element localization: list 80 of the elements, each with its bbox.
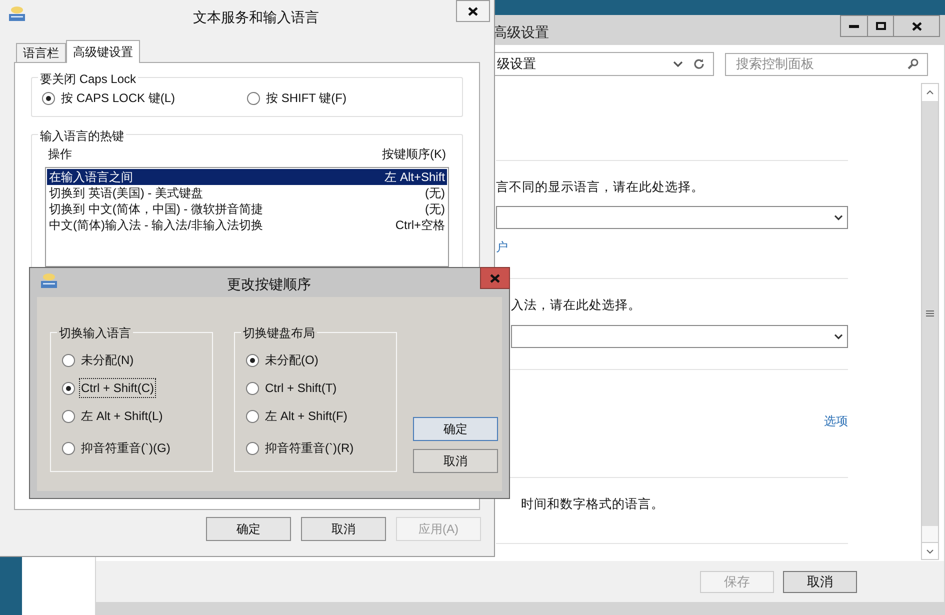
action-text: 在输入语言之间: [49, 169, 133, 185]
radio-label: 按 CAPS LOCK 键(L): [60, 90, 176, 107]
radio-label: 未分配(O): [264, 352, 320, 369]
radio-button[interactable]: [247, 92, 260, 104]
close-icon: [490, 274, 500, 282]
key-sequence-text: (无): [425, 185, 445, 201]
cancel-button[interactable]: 取消: [783, 570, 857, 592]
action-text: 切换到 英语(美国) - 美式键盘: [49, 185, 203, 201]
scroll-up-button[interactable]: [922, 84, 938, 101]
radio-label: Ctrl + Shift(T): [264, 380, 338, 397]
keyboard-icon: [40, 273, 58, 289]
keyboard-icon: [8, 6, 26, 22]
action-text: 中文(简体)输入法 - 输入法/非输入法切换: [49, 217, 263, 233]
radio-button[interactable]: [62, 354, 75, 366]
ok-button[interactable]: 确定: [413, 417, 498, 441]
chevron-down-icon: [673, 60, 683, 68]
ok-button[interactable]: 确定: [206, 517, 291, 541]
key-sequence-text: 左 Alt+Shift: [384, 169, 445, 185]
group-title: 切换键盘布局: [241, 324, 317, 342]
description-text: 入法，请在此处选择。: [511, 296, 642, 314]
column-header: 按键顺序(K): [382, 146, 446, 161]
radio-label: 抑音符重音(`)(R): [264, 440, 355, 457]
tab[interactable]: 语言栏: [16, 43, 66, 62]
group-title: 切换输入语言: [57, 324, 133, 342]
chevron-down-icon: [834, 214, 843, 221]
grip-icon: [926, 310, 934, 317]
close-button[interactable]: [894, 15, 940, 37]
radio-label: Ctrl + Shift(C): [80, 379, 156, 397]
description-text: 时间和数字格式的语言。: [521, 496, 665, 512]
radio-button[interactable]: [246, 382, 259, 394]
close-button[interactable]: [456, 0, 490, 22]
cancel-button[interactable]: 取消: [301, 517, 386, 541]
radio-button[interactable]: [62, 410, 75, 422]
window-title: 文本服务和输入语言: [192, 8, 320, 27]
radio-label: 抑音符重音(`)(G): [80, 440, 172, 457]
chevron-down-icon: [834, 332, 843, 340]
maximize-button[interactable]: [868, 15, 894, 37]
options-link[interactable]: 选项: [824, 412, 848, 430]
group-title: 要关闭 Caps Lock: [38, 70, 138, 88]
scroll-down-button[interactable]: [922, 542, 938, 559]
column-header: 操作: [48, 146, 72, 161]
chevron-up-icon: [926, 90, 934, 95]
close-icon: [912, 22, 922, 30]
window-title: 更改按键顺序: [226, 275, 312, 294]
radio-button[interactable]: [42, 92, 55, 104]
search-input[interactable]: 搜索控制面板: [726, 54, 907, 74]
scrollbar-track[interactable]: [922, 526, 938, 542]
chevron-down-icon: [926, 548, 934, 554]
tab[interactable]: 高级键设置: [66, 40, 140, 63]
radio-button[interactable]: [246, 442, 259, 454]
list-row[interactable]: 中文(简体)输入法 - 输入法/非输入法切换 Ctrl+空格: [47, 217, 447, 233]
address-text: 级设置: [496, 55, 537, 74]
search-icon: [907, 58, 919, 70]
language-dropdown[interactable]: [496, 206, 848, 229]
search-field[interactable]: 搜索控制面板: [725, 52, 928, 76]
radio-button[interactable]: [62, 442, 75, 454]
group-title: 输入语言的热键: [38, 127, 126, 145]
key-sequence-text: Ctrl+空格: [395, 217, 445, 233]
scrollbar-thumb[interactable]: [922, 101, 938, 526]
hotkey-list[interactable]: 在输入语言之间 左 Alt+Shift 切换到 英语(美国) - 美式键盘 (无) 切换到 中文(简体，中国) - 微软拼音简捷 (无) 中文(简体)输入法 - 输入法/非输入法切换 Ctrl+空格: [45, 167, 449, 267]
list-row[interactable]: 切换到 英语(美国) - 美式键盘 (无): [47, 185, 447, 201]
radio-button[interactable]: [246, 354, 259, 366]
radio-label: 左 Alt + Shift(F): [264, 408, 348, 425]
radio-button[interactable]: [62, 382, 75, 394]
radio-button[interactable]: [246, 410, 259, 422]
refresh-icon[interactable]: [693, 58, 705, 70]
cancel-button[interactable]: 取消: [413, 449, 498, 473]
scrollbar[interactable]: [921, 83, 939, 560]
action-text: 切换到 中文(简体，中国) - 微软拼音简捷: [49, 201, 263, 217]
list-row[interactable]: 在输入语言之间 左 Alt+Shift: [47, 169, 447, 185]
radio-label: 未分配(N): [80, 352, 135, 369]
close-icon: [468, 6, 478, 16]
description-text: 言不同的显示语言，请在此处选择。: [496, 179, 705, 196]
list-row[interactable]: 切换到 中文(简体，中国) - 微软拼音简捷 (无): [47, 201, 447, 217]
minimize-button[interactable]: [840, 15, 868, 37]
account-link[interactable]: 户: [496, 238, 508, 256]
input-method-dropdown[interactable]: [511, 324, 848, 348]
key-sequence-text: (无): [425, 201, 445, 217]
radio-label: 按 SHIFT 键(F): [265, 90, 348, 107]
radio-label: 左 Alt + Shift(L): [80, 408, 164, 425]
